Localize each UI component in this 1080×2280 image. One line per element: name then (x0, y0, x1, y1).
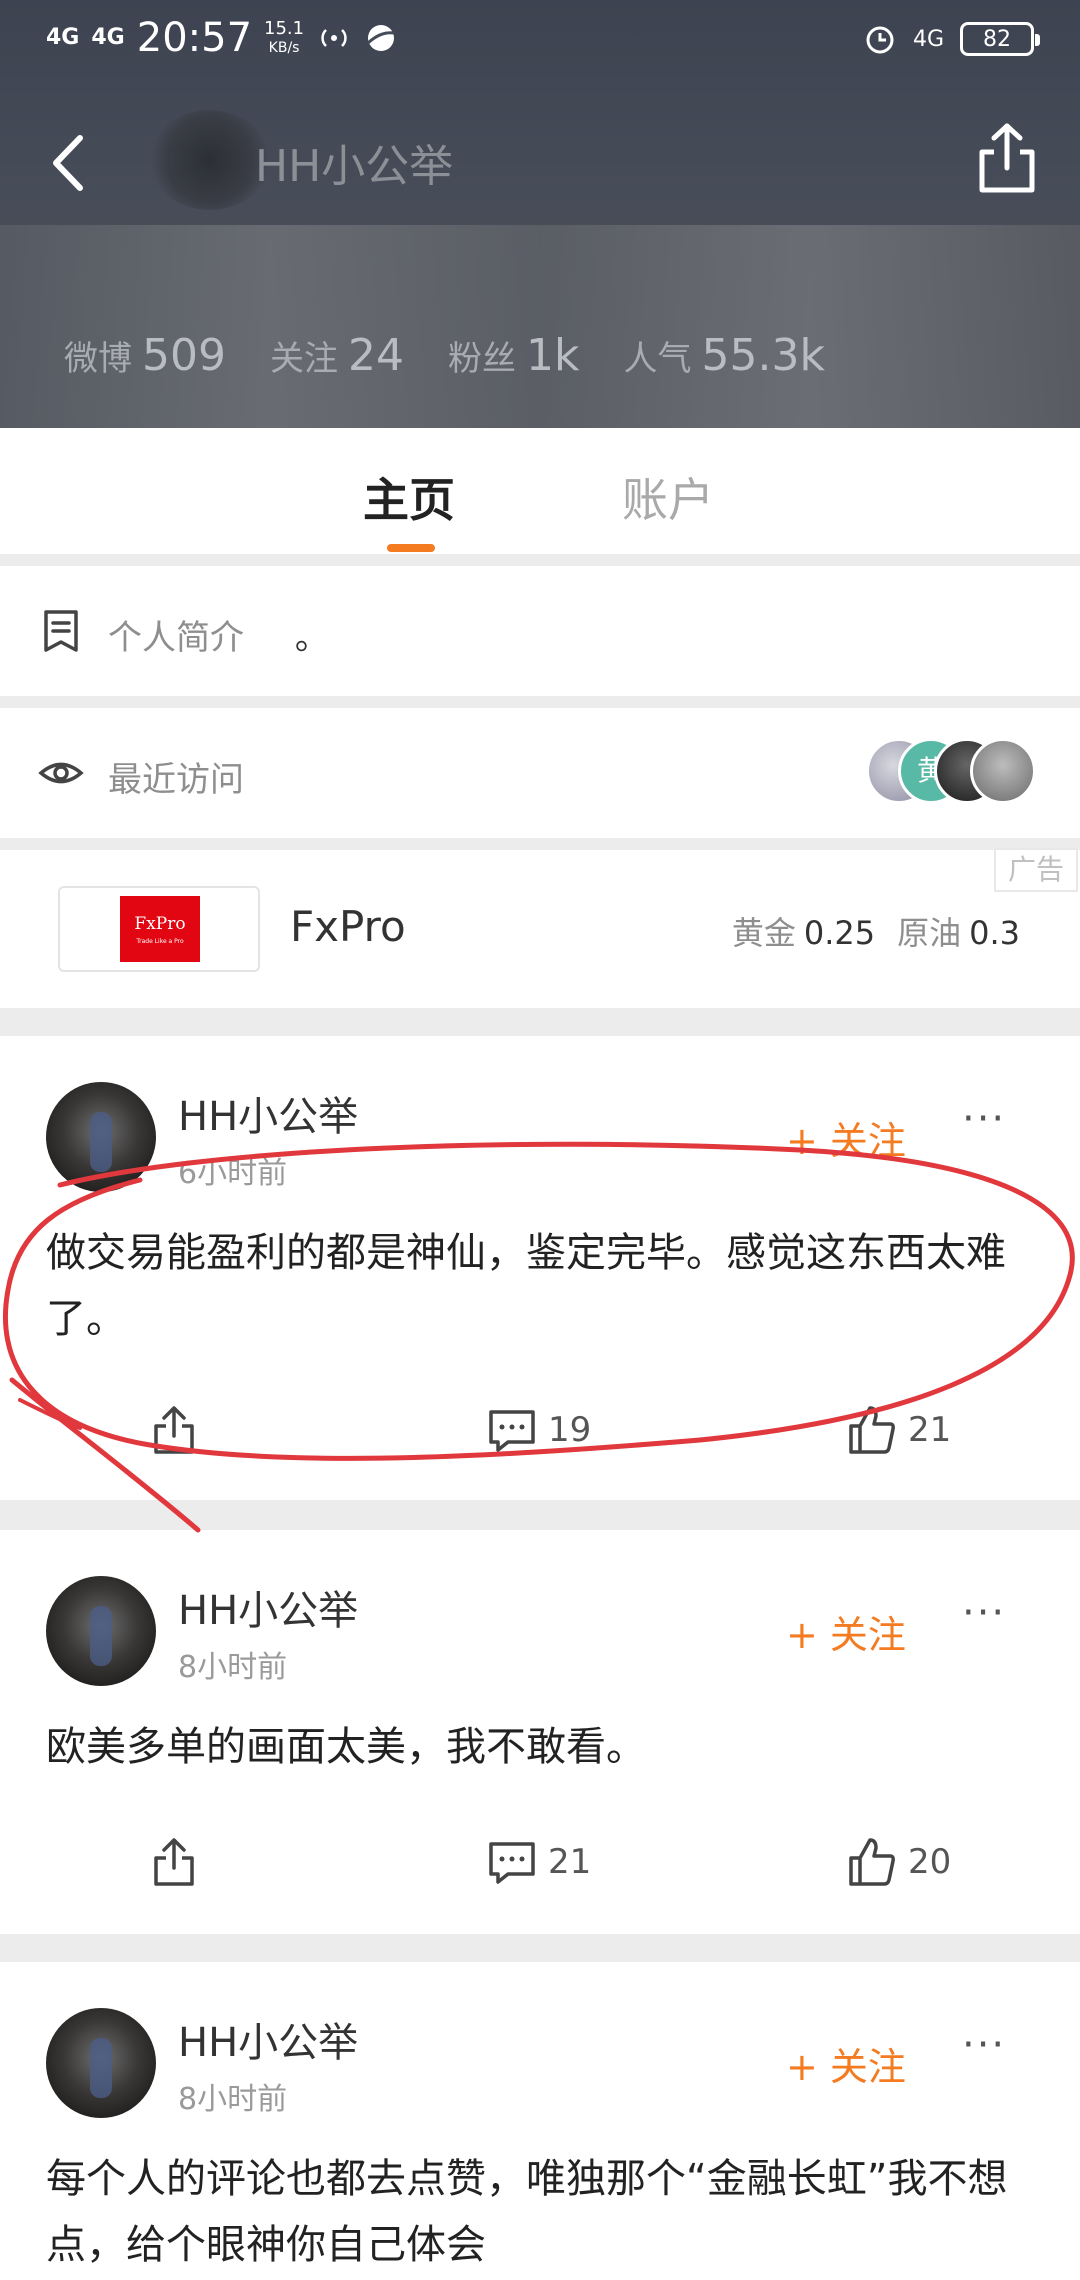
stat-value: 24 (347, 330, 404, 381)
like-button[interactable]: 21 (846, 1404, 951, 1456)
like-count: 20 (908, 1842, 952, 1882)
stat-label: 粉丝 (447, 339, 516, 379)
repost-icon (154, 1838, 194, 1886)
status-bar: 4G 4G 20:57 15.1 KB/s 4G 82 (0, 0, 1080, 90)
stat-following[interactable]: 关注 24 (270, 330, 404, 381)
like-button[interactable]: 20 (846, 1836, 951, 1888)
bio-row[interactable]: 个人简介 。 (0, 566, 1080, 696)
signal-icon-2: 4G (91, 25, 125, 50)
speed-value: 15.1 (264, 17, 305, 39)
comment-button[interactable]: 19 (486, 1404, 591, 1456)
post-actions: 19 21 (0, 1404, 1080, 1484)
stat-label: 人气 (623, 339, 692, 379)
repost-button[interactable] (148, 1836, 200, 1888)
stat-value: 55.3k (701, 330, 825, 381)
alarm-icon (866, 26, 894, 54)
comment-count: 21 (548, 1842, 592, 1882)
like-count: 21 (908, 1410, 952, 1450)
thumbs-up-icon (849, 1406, 895, 1454)
post-time: 8小时前 (178, 1650, 288, 1685)
top-nav-bar: HH小公举 (0, 110, 1080, 210)
comment-count: 19 (548, 1410, 592, 1450)
more-icon[interactable]: ··· (962, 1590, 1006, 1636)
header-background (0, 225, 1080, 428)
logo-text: FxPro (134, 914, 186, 934)
battery-level: 82 (983, 26, 1011, 52)
post-card[interactable]: HH小公举 8小时前 + 关注 ··· 欧美多单的画面太美，我不敢看。 21 2… (0, 1530, 1080, 1934)
profile-header: 4G 4G 20:57 15.1 KB/s 4G 82 HH小公举 微博 509… (0, 0, 1080, 428)
profile-stats: 微博 509 关注 24 粉丝 1k 人气 55.3k (64, 330, 825, 381)
stat-popularity: 人气 55.3k (623, 330, 824, 381)
ad-quotes: 黄金 0.25 原油 0.3 (732, 908, 1020, 954)
post-time: 8小时前 (178, 2082, 288, 2117)
recent-visits-row[interactable]: 最近访问 黄 (0, 708, 1080, 838)
comment-button[interactable]: 21 (486, 1836, 591, 1888)
planet-icon (367, 25, 395, 51)
avatar (970, 738, 1036, 804)
more-icon[interactable]: ··· (962, 2022, 1006, 2068)
hotspot-icon (321, 29, 347, 47)
post-text[interactable]: 每个人的评论也都去点赞，唯独那个“金融长虹”我不想点，给个眼神你自己体会 (46, 2146, 1036, 2278)
speed-unit: KB/s (268, 39, 300, 56)
network-speed: 15.1 KB/s (264, 17, 305, 57)
bio-text: 个人简介 。 (108, 610, 329, 659)
quote-value-gold: 0.25 (803, 914, 876, 952)
ad-logo-frame: FxPro Trade Like a Pro (58, 886, 260, 972)
recent-visits-label: 最近访问 (108, 760, 244, 800)
quote-label-oil: 原油 (897, 914, 962, 952)
post-time: 6小时前 (178, 1156, 288, 1191)
post-card[interactable]: HH小公举 8小时前 + 关注 ··· 每个人的评论也都去点赞，唯独那个“金融长… (0, 1962, 1080, 2280)
repost-button[interactable] (148, 1404, 200, 1456)
post-author[interactable]: HH小公举 (178, 2010, 358, 2068)
stat-label: 关注 (269, 339, 338, 379)
avatar[interactable] (46, 2008, 156, 2118)
tab-home[interactable]: 主页 (363, 464, 455, 530)
eye-icon (38, 762, 84, 784)
battery-icon: 82 (960, 22, 1040, 56)
stat-weibo[interactable]: 微博 509 (64, 330, 226, 381)
ad-banner[interactable]: FxPro Trade Like a Pro FxPro 黄金 0.25 原油 0.… (0, 848, 1080, 1008)
post-text[interactable]: 欧美多单的画面太美，我不敢看。 (46, 1714, 1036, 1780)
stat-value: 1k (525, 330, 580, 381)
post-author[interactable]: HH小公举 (178, 1578, 358, 1636)
stat-value: 509 (142, 330, 226, 381)
signal-icon: 4G (46, 25, 80, 50)
stat-label: 微博 (64, 339, 132, 379)
thumbs-up-icon (849, 1838, 895, 1886)
comment-icon (489, 1410, 535, 1452)
back-icon[interactable] (38, 128, 98, 198)
follow-button[interactable]: + 关注 (786, 1604, 906, 1659)
profile-avatar[interactable] (150, 110, 270, 210)
active-tab-indicator (387, 544, 435, 552)
comment-icon (489, 1842, 535, 1884)
tab-account[interactable]: 账户 (622, 464, 714, 530)
avatar[interactable] (46, 1082, 156, 1192)
more-icon[interactable]: ··· (962, 1096, 1006, 1142)
quote-label-gold: 黄金 (731, 914, 796, 952)
fxpro-logo: FxPro Trade Like a Pro (120, 896, 200, 962)
profile-tabs: 主页 账户 (0, 428, 1080, 554)
network-type: 4G (912, 26, 944, 52)
ad-tag: 广告 (994, 848, 1078, 892)
post-text[interactable]: 做交易能盈利的都是神仙，鉴定完毕。感觉这东西太难了。 (46, 1220, 1036, 1352)
share-icon[interactable] (972, 118, 1042, 198)
post-actions: 21 20 (0, 1836, 1080, 1916)
profile-name: HH小公举 (255, 141, 454, 192)
clock: 20:57 (136, 15, 253, 61)
follow-button[interactable]: + 关注 (786, 2036, 906, 2091)
document-icon (44, 610, 78, 652)
follow-button[interactable]: + 关注 (786, 1110, 906, 1165)
visitor-avatars[interactable]: 黄 (866, 738, 1036, 804)
avatar[interactable] (46, 1576, 156, 1686)
logo-tagline: Trade Like a Pro (136, 938, 184, 945)
post-author[interactable]: HH小公举 (178, 1084, 358, 1142)
quote-value-oil: 0.3 (969, 914, 1020, 952)
bio-value: 。 (294, 618, 329, 658)
bio-label: 个人简介 (108, 618, 244, 658)
repost-icon (154, 1406, 194, 1454)
ad-title: FxPro (290, 902, 406, 951)
post-card[interactable]: HH小公举 6小时前 + 关注 ··· 做交易能盈利的都是神仙，鉴定完毕。感觉这… (0, 1036, 1080, 1500)
stat-followers[interactable]: 粉丝 1k (448, 330, 579, 381)
